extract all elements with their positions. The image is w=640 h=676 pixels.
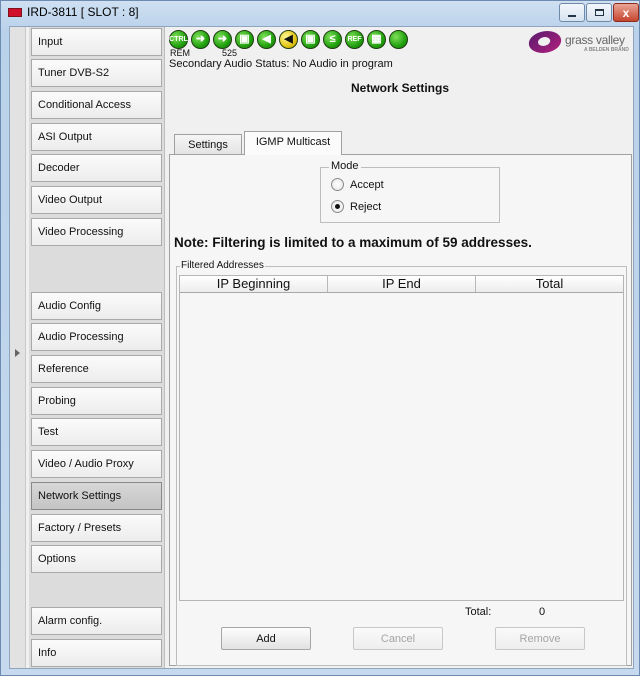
nav-item-video-output[interactable]: Video Output xyxy=(31,186,162,214)
filtering-note: Note: Filtering is limited to a maximum … xyxy=(174,235,532,250)
filtered-addresses-legend: Filtered Addresses xyxy=(180,260,265,271)
close-icon: x xyxy=(622,5,630,20)
expand-arrow-icon[interactable] xyxy=(15,349,20,357)
audio-lock-status-icon[interactable]: ▣ xyxy=(301,30,320,49)
nav-item-video-audio-proxy[interactable]: Video / Audio Proxy xyxy=(31,450,162,478)
ref-status-icon[interactable]: REF xyxy=(345,30,364,49)
client-area: Input Tuner DVB-S2 Conditional Access AS… xyxy=(9,26,634,669)
minimize-button[interactable] xyxy=(559,3,585,22)
title-bar[interactable]: IRD-3811 [ SLOT : 8] x xyxy=(1,1,640,25)
mode-group: Mode Accept Reject xyxy=(320,160,500,223)
igmp-multicast-panel: Mode Accept Reject Note: Filtering is li… xyxy=(169,154,632,666)
maximize-icon xyxy=(594,9,604,16)
nav-item-tuner-dvb-s2[interactable]: Tuner DVB-S2 xyxy=(31,59,162,87)
tab-settings[interactable]: Settings xyxy=(174,134,242,154)
nav-item-reference[interactable]: Reference xyxy=(31,355,162,383)
rem-label: REM xyxy=(170,48,190,58)
filtered-addresses-table[interactable]: IP Beginning IP End Total xyxy=(179,275,624,601)
tab-igmp-multicast[interactable]: IGMP Multicast xyxy=(244,131,342,155)
nav-item-info[interactable]: Info xyxy=(31,639,162,667)
cancel-button[interactable]: Cancel xyxy=(353,627,443,650)
panel-splitter[interactable] xyxy=(10,27,26,668)
format-label: 525 xyxy=(222,48,238,58)
nav-item-audio-config[interactable]: Audio Config xyxy=(31,292,162,320)
video-status-icon[interactable]: ▦ xyxy=(367,30,386,49)
grass-valley-logo: grass valley A BELDEN BRAND xyxy=(526,30,629,54)
gv-logo-icon xyxy=(526,31,564,53)
minimize-icon xyxy=(568,14,576,17)
mode-accept-option[interactable]: Accept xyxy=(331,178,384,191)
mode-reject-option[interactable]: Reject xyxy=(331,200,381,213)
nav-item-decoder[interactable]: Decoder xyxy=(31,154,162,182)
maximize-button[interactable] xyxy=(586,3,612,22)
table-header: IP Beginning IP End Total xyxy=(180,276,623,293)
secondary-audio-status: Secondary Audio Status: No Audio in prog… xyxy=(169,58,393,70)
nav-item-factory-presets[interactable]: Factory / Presets xyxy=(31,514,162,542)
nav-item-input[interactable]: Input xyxy=(31,28,162,56)
speaker-status-icon[interactable]: ◀ xyxy=(257,30,276,49)
nav-item-probing[interactable]: Probing xyxy=(31,387,162,415)
navigation-panel: Input Tuner DVB-S2 Conditional Access AS… xyxy=(29,27,165,668)
nav-item-conditional-access[interactable]: Conditional Access xyxy=(31,91,162,119)
total-label: Total: xyxy=(465,606,492,618)
nav-item-audio-processing[interactable]: Audio Processing xyxy=(31,323,162,351)
nav-item-network-settings[interactable]: Network Settings xyxy=(31,482,162,510)
remove-button[interactable]: Remove xyxy=(495,627,585,650)
nav-item-options[interactable]: Options xyxy=(31,545,162,573)
add-button[interactable]: Add xyxy=(221,627,311,650)
lock-status-icon[interactable]: ▣ xyxy=(235,30,254,49)
reject-label: Reject xyxy=(350,200,382,213)
total-value: 0 xyxy=(539,606,546,618)
nav-item-alarm-config[interactable]: Alarm config. xyxy=(31,607,162,635)
nav-item-test[interactable]: Test xyxy=(31,418,162,446)
window-title: IRD-3811 [ SLOT : 8] xyxy=(27,5,139,19)
arrow-status-icon-2[interactable]: ➜ xyxy=(213,30,232,49)
main-panel: CTRL ➜ ➜ ▣ ◀ ◀ ▣ ≤ REF ▦ REM 525 grass v… xyxy=(167,27,633,668)
mode-legend: Mode xyxy=(329,160,361,172)
general-status-icon[interactable] xyxy=(389,30,408,49)
reject-radio[interactable] xyxy=(331,200,344,213)
page-title: Network Settings xyxy=(350,81,449,95)
ctrl-status-icon[interactable]: CTRL xyxy=(169,30,188,49)
nav-item-asi-output[interactable]: ASI Output xyxy=(31,123,162,151)
arrow-status-icon-1[interactable]: ➜ xyxy=(191,30,210,49)
accept-radio[interactable] xyxy=(331,178,344,191)
logo-text: grass valley xyxy=(565,33,625,47)
logo-subtext: A BELDEN BRAND xyxy=(584,47,629,53)
column-total[interactable]: Total xyxy=(476,276,623,292)
column-ip-end[interactable]: IP End xyxy=(328,276,476,292)
close-button[interactable]: x xyxy=(613,3,639,22)
app-window: IRD-3811 [ SLOT : 8] x Input Tuner DVB-S… xyxy=(0,0,640,676)
nav-item-video-processing[interactable]: Video Processing xyxy=(31,218,162,246)
less-than-status-icon[interactable]: ≤ xyxy=(323,30,342,49)
app-icon xyxy=(8,8,22,17)
filtered-addresses-group: Filtered Addresses IP Beginning IP End T… xyxy=(176,260,627,666)
column-ip-beginning[interactable]: IP Beginning xyxy=(180,276,328,292)
audio-warning-status-icon[interactable]: ◀ xyxy=(279,30,298,49)
accept-label: Accept xyxy=(350,178,384,191)
